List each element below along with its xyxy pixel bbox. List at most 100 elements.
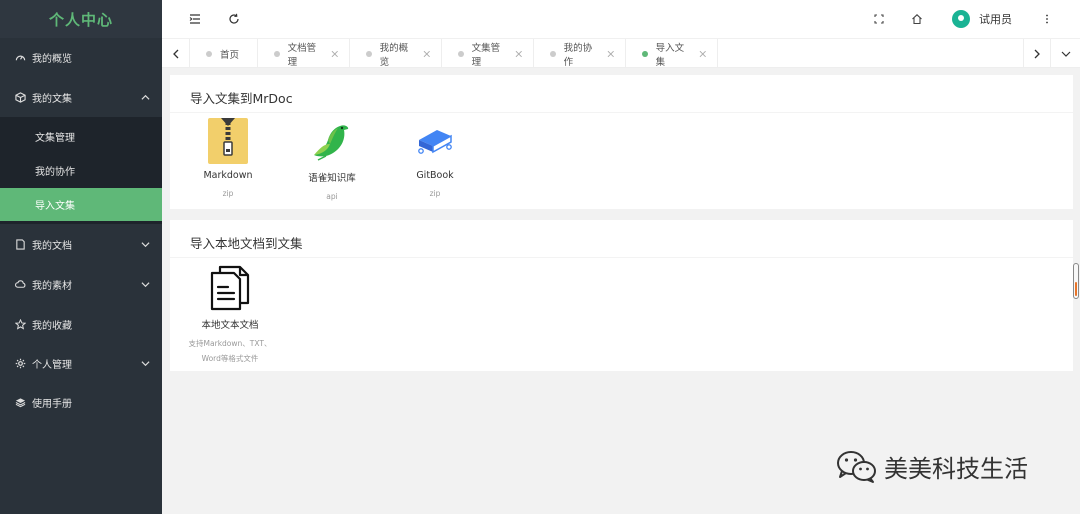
fullscreen-icon: [874, 14, 884, 24]
tab-scroll-left-button[interactable]: [162, 39, 190, 68]
card-divider: [170, 112, 1073, 113]
chevron-down-icon: [141, 282, 150, 288]
tab-label: 我的概览: [379, 42, 409, 68]
zip-archive-icon: [208, 118, 248, 164]
chevron-left-icon: [172, 49, 178, 58]
option-subtext-line: 支持Markdown、TXT、: [188, 339, 272, 348]
sidebar-item-favorites[interactable]: 我的收藏: [0, 305, 162, 344]
close-icon[interactable]: [607, 50, 615, 58]
tab-status-dot: [366, 50, 372, 57]
option-subtext: zip: [222, 189, 234, 198]
sidebar-item-overview[interactable]: 我的概览: [0, 38, 162, 77]
submenu-item-import-collection[interactable]: 导入文集: [0, 188, 162, 221]
tab-label: 文集管理: [471, 42, 501, 68]
tab-label: 导入文集: [655, 42, 685, 68]
chevron-down-icon: [141, 242, 150, 248]
close-icon[interactable]: [331, 50, 339, 58]
sidebar-item-personal-settings[interactable]: 个人管理: [0, 344, 162, 383]
layers-icon: [14, 397, 26, 409]
option-subtext: zip: [429, 189, 441, 198]
tab-dropdown-button[interactable]: [1051, 39, 1080, 68]
top-header: 试用员: [162, 0, 1080, 38]
submenu-item-collection-manage[interactable]: 文集管理: [0, 120, 162, 153]
tab-scroll-right-button[interactable]: [1023, 39, 1051, 68]
sidebar-item-label: 个人管理: [32, 360, 72, 371]
home-icon: [912, 14, 922, 25]
submenu-item-collaboration[interactable]: 我的协作: [0, 154, 162, 187]
tab-overview[interactable]: 我的概览: [350, 39, 442, 68]
close-icon[interactable]: [699, 50, 707, 58]
home-button[interactable]: [907, 9, 927, 29]
close-icon[interactable]: [423, 50, 431, 58]
sidebar-item-collections[interactable]: 我的文集: [0, 78, 162, 117]
option-subtext: api: [326, 192, 338, 201]
import-local-document-option[interactable]: 本地文本文档 支持Markdown、TXT、 Word等格式文件: [182, 265, 278, 366]
tab-status-dot: [274, 50, 280, 57]
yuque-bird-icon: [314, 125, 349, 161]
collections-submenu: 文集管理 我的协作 导入文集: [0, 117, 162, 224]
card-title: 导入文集到MrDoc: [190, 91, 293, 106]
document-icon: [14, 239, 26, 251]
import-yuque-option[interactable]: 语雀知识库 api: [301, 118, 363, 204]
fullscreen-button[interactable]: [869, 9, 889, 29]
gitbook-icon: [418, 130, 452, 154]
sidebar: 个人中心 我的概览 我的文集 文集管理 我的协作 导入文集 我的文档 我的素材: [0, 0, 162, 514]
sidebar-item-manual[interactable]: 使用手册: [0, 383, 162, 422]
menu-fold-icon: [189, 14, 200, 24]
tab-label: 文档管理: [287, 42, 317, 68]
collapse-sidebar-button[interactable]: [185, 9, 205, 29]
option-name: 本地文本文档: [201, 320, 259, 331]
wechat-icon: [837, 450, 876, 483]
tab-status-dot: [206, 50, 212, 57]
option-name: GitBook: [416, 170, 454, 181]
option-name: 语雀知识库: [308, 173, 356, 184]
tab-home[interactable]: 首页: [190, 39, 258, 68]
cloud-icon: [14, 279, 26, 291]
sidebar-item-label: 我的收藏: [32, 321, 72, 332]
sidebar-item-label: 我的文档: [32, 241, 72, 252]
tab-status-dot: [550, 50, 556, 57]
sidebar-item-label: 我的素材: [32, 281, 72, 292]
sidebar-item-label: 使用手册: [32, 399, 72, 410]
more-vertical-icon: [1046, 14, 1048, 24]
tab-import-collection[interactable]: 导入文集: [626, 39, 718, 68]
import-gitbook-option[interactable]: GitBook zip: [404, 118, 466, 201]
card-title: 导入本地文档到文集: [190, 236, 303, 251]
tab-document-manage[interactable]: 文档管理: [258, 39, 350, 68]
option-subtext-line: Word等格式文件: [201, 354, 259, 363]
import-collection-card: 导入文集到MrDoc Markdown zip 语雀知识库 api GitBoo…: [170, 75, 1073, 209]
refresh-button[interactable]: [224, 9, 244, 29]
tab-collection-manage[interactable]: 文集管理: [442, 39, 534, 68]
sidebar-item-documents[interactable]: 我的文档: [0, 225, 162, 264]
tab-status-dot: [458, 50, 464, 57]
dashboard-icon: [14, 52, 26, 64]
document-file-icon: [210, 265, 250, 311]
sidebar-item-label: 我的概览: [32, 54, 72, 65]
chevron-up-icon: [141, 94, 150, 100]
option-name: Markdown: [203, 170, 253, 181]
watermark-text: 美美科技生活: [884, 455, 1028, 483]
cube-icon: [14, 92, 26, 104]
star-icon: [14, 319, 26, 331]
sidebar-item-materials[interactable]: 我的素材: [0, 265, 162, 304]
option-subtext: 支持Markdown、TXT、 Word等格式文件: [182, 336, 278, 366]
chevron-down-icon: [141, 361, 150, 367]
sidebar-brand: 个人中心: [0, 0, 162, 38]
card-divider: [170, 257, 1073, 258]
tab-label: 首页: [220, 49, 240, 61]
sidebar-item-label: 我的文集: [32, 94, 72, 105]
user-name: 试用员: [979, 13, 1012, 26]
scrollbar-thumb[interactable]: [1073, 263, 1079, 299]
tab-label: 我的协作: [563, 42, 593, 68]
tab-collaboration[interactable]: 我的协作: [534, 39, 626, 68]
tab-bar: 首页 文档管理 我的概览 文集管理 我的协作 导入文集: [162, 38, 1080, 68]
import-markdown-option[interactable]: Markdown zip: [197, 118, 259, 201]
more-options-button[interactable]: [1037, 9, 1057, 29]
close-icon[interactable]: [515, 50, 523, 58]
refresh-icon: [229, 13, 239, 24]
watermark: 美美科技生活: [836, 449, 1028, 484]
user-menu[interactable]: 试用员: [952, 7, 1012, 31]
chevron-right-icon: [1034, 49, 1040, 58]
avatar: [952, 10, 970, 28]
tab-status-dot: [642, 50, 648, 57]
